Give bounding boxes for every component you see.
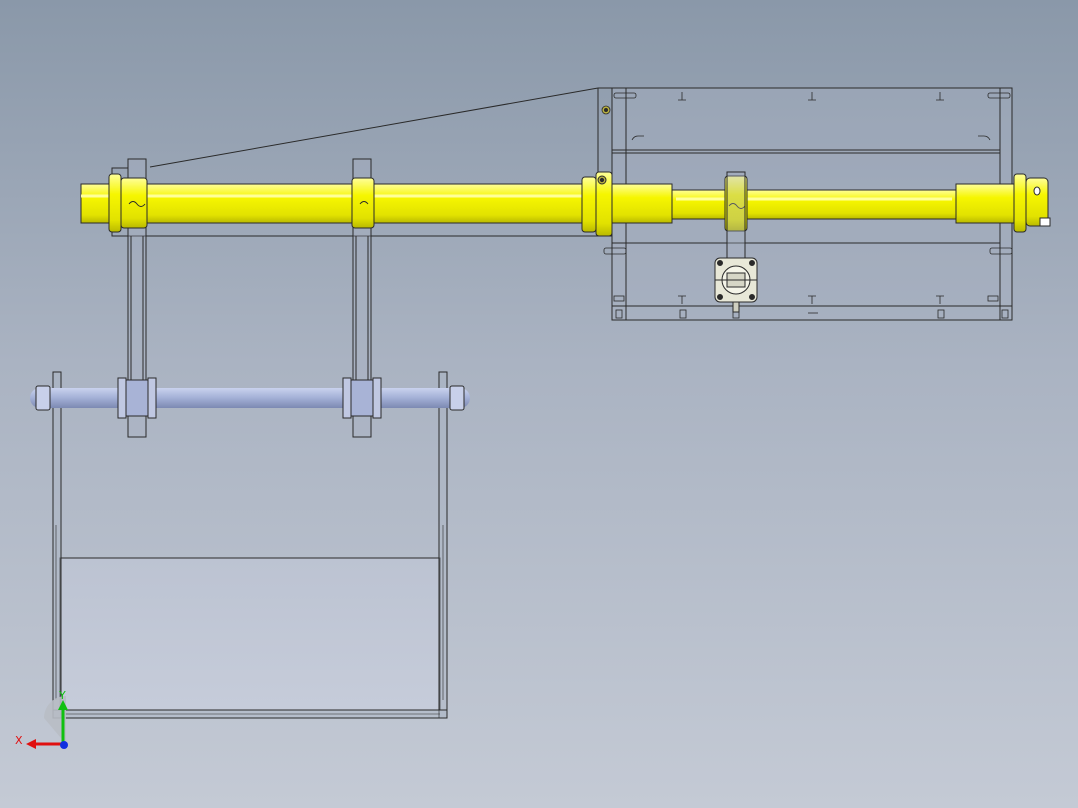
yellow-shaft[interactable] [80,183,1015,224]
lower-rod[interactable] [30,377,470,419]
cad-model-drawing[interactable]: X Y [0,0,1078,808]
axis-x-label: X [15,734,23,747]
bucket-frame[interactable] [52,371,448,719]
cad-viewport[interactable]: X Y [0,0,1078,808]
axis-y-label: Y [58,689,66,702]
axis-triad: X Y [15,689,68,749]
